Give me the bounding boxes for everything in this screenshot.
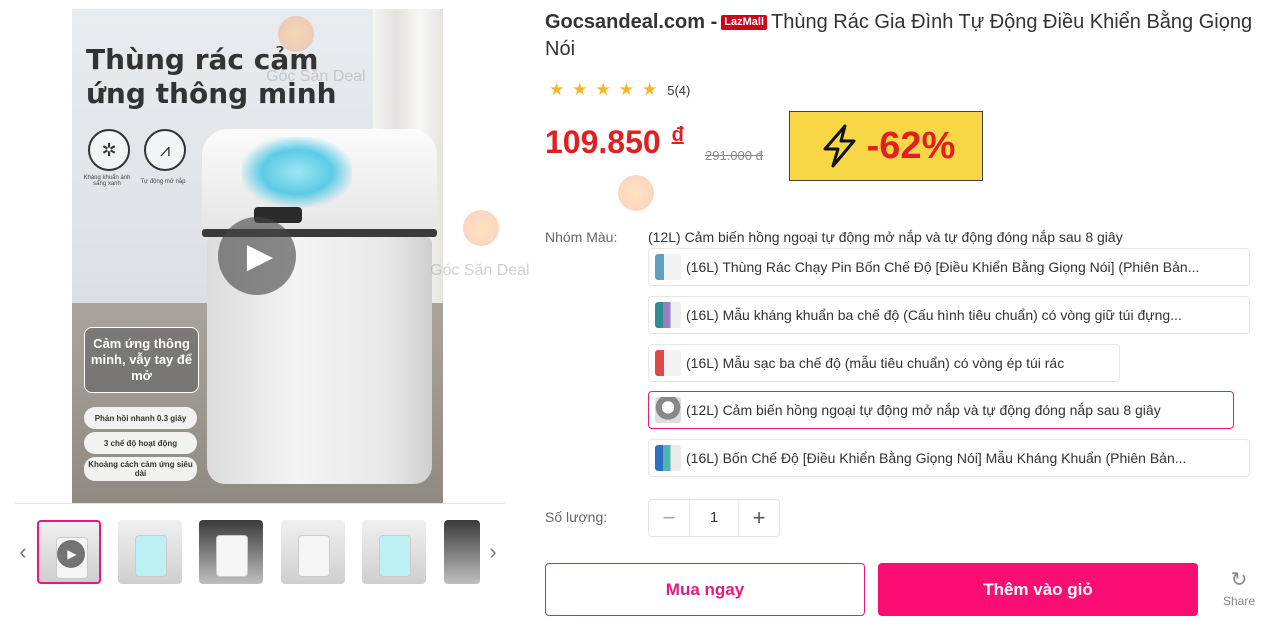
product-info: Gocsandeal.com - LazMall Thùng Rác Gia Đìn… xyxy=(545,0,1265,635)
thumb-prev-arrow-icon[interactable]: ‹ xyxy=(15,539,31,565)
image-headline: Thùng rác cảm ứng thông minh xyxy=(86,43,337,110)
quantity-increase-button[interactable]: + xyxy=(739,500,779,536)
thumbnail-strip: ‹ ▶ › xyxy=(15,503,505,599)
feature-pill-modes: 3 chế độ hoạt động xyxy=(84,432,197,454)
star-icon: ★ xyxy=(549,80,565,99)
variant-thumbnail xyxy=(655,445,681,471)
star-icon: ★ xyxy=(618,80,634,99)
auto-open-icon: ⩘ xyxy=(144,129,186,171)
main-product-image[interactable]: Thùng rác cảm ứng thông minh ✲ Kháng khu… xyxy=(72,9,443,503)
thumbnail-5[interactable] xyxy=(362,520,426,584)
original-price: 291.000 đ xyxy=(705,148,763,163)
feature-caption-antibacterial: Kháng khuẩn ánh sáng xanh xyxy=(83,175,131,187)
star-icon: ★ xyxy=(595,80,611,99)
play-video-icon[interactable]: ▶ xyxy=(218,217,296,295)
star-icon: ★ xyxy=(572,80,588,99)
variant-option-label: (12L) Cảm biến hồng ngoại tự động mở nắp… xyxy=(686,402,1161,418)
star-icon: ★ xyxy=(642,80,658,99)
variant-thumbnail xyxy=(655,302,681,328)
rating[interactable]: ★ ★ ★ ★ ★ 5(4) xyxy=(549,80,690,100)
thumbnail-1[interactable]: ▶ xyxy=(37,520,101,584)
thumbnail-2[interactable] xyxy=(118,520,182,584)
variant-thumbnail xyxy=(655,254,681,280)
variant-selected-name: (12L) Cảm biến hồng ngoại tự động mở nắp… xyxy=(648,229,1123,245)
share-icon: ↻ xyxy=(1230,569,1248,591)
variant-option-selected[interactable]: (12L) Cảm biến hồng ngoại tự động mở nắp… xyxy=(648,391,1234,429)
product-title: Gocsandeal.com - LazMall Thùng Rác Gia Đìn… xyxy=(545,9,1265,63)
feature-pill-response: Phản hồi nhanh 0.3 giây xyxy=(84,407,197,429)
thumbnail-3[interactable] xyxy=(199,520,263,584)
quantity-decrease-button[interactable]: − xyxy=(649,500,689,536)
thumbnail-6[interactable] xyxy=(444,520,480,584)
share-label: Share xyxy=(1222,594,1256,608)
thumb-next-arrow-icon[interactable]: › xyxy=(485,539,501,565)
variant-option-label: (16L) Bốn Chế Độ [Điều Khiển Bằng Giọng … xyxy=(686,450,1187,466)
variant-option-label: (16L) Thùng Rác Chạy Pin Bốn Chế Độ [Điề… xyxy=(686,259,1200,275)
discount-value: -62% xyxy=(866,124,956,167)
trash-bin-illustration xyxy=(202,129,437,484)
variant-label: Nhóm Màu: xyxy=(545,229,618,245)
variant-option[interactable]: (16L) Thùng Rác Chạy Pin Bốn Chế Độ [Điề… xyxy=(648,248,1250,286)
variant-thumbnail xyxy=(655,350,681,376)
discount-badge: -62% xyxy=(789,111,983,181)
product-gallery: Thùng rác cảm ứng thông minh ✲ Kháng khu… xyxy=(15,0,505,635)
price-value: 109.850 xyxy=(545,124,661,160)
buy-now-button[interactable]: Mua ngay xyxy=(545,563,865,616)
quantity-label: Số lượng: xyxy=(545,509,608,525)
quantity-stepper: − 1 + xyxy=(648,499,780,537)
feature-pill-distance: Khoảng cách cảm ứng siêu dài xyxy=(84,457,197,481)
thumbnail-4[interactable] xyxy=(281,520,345,584)
variant-option-label: (16L) Mẫu sạc ba chế độ (mẫu tiêu chuẩn)… xyxy=(686,355,1065,371)
antibacterial-icon: ✲ xyxy=(88,129,130,171)
price-currency: đ xyxy=(671,124,684,146)
variant-option[interactable]: (16L) Mẫu kháng khuẩn ba chế độ (Cấu hìn… xyxy=(648,296,1250,334)
variant-thumbnail xyxy=(655,397,681,423)
share-button[interactable]: ↻ Share xyxy=(1217,568,1261,610)
thumbnail-play-icon: ▶ xyxy=(57,540,85,568)
lazmall-badge: LazMall xyxy=(721,15,768,30)
store-name[interactable]: Gocsandeal.com - xyxy=(545,11,717,33)
variant-option-label: (16L) Mẫu kháng khuẩn ba chế độ (Cấu hìn… xyxy=(686,307,1182,323)
variant-option[interactable]: (16L) Bốn Chế Độ [Điều Khiển Bằng Giọng … xyxy=(648,439,1250,477)
feature-caption-auto-open: Tự động mở nắp xyxy=(140,179,186,185)
current-price: 109.850 đ xyxy=(545,124,684,161)
quantity-input[interactable]: 1 xyxy=(689,500,739,536)
lightning-icon xyxy=(823,124,856,168)
touch-feature-label: Cảm ứng thông minh, vẫy tay để mở xyxy=(84,327,199,393)
variant-option[interactable]: (16L) Mẫu sạc ba chế độ (mẫu tiêu chuẩn)… xyxy=(648,344,1120,382)
rating-count: 5(4) xyxy=(667,82,691,98)
add-to-cart-button[interactable]: Thêm vào giỏ xyxy=(878,563,1198,616)
